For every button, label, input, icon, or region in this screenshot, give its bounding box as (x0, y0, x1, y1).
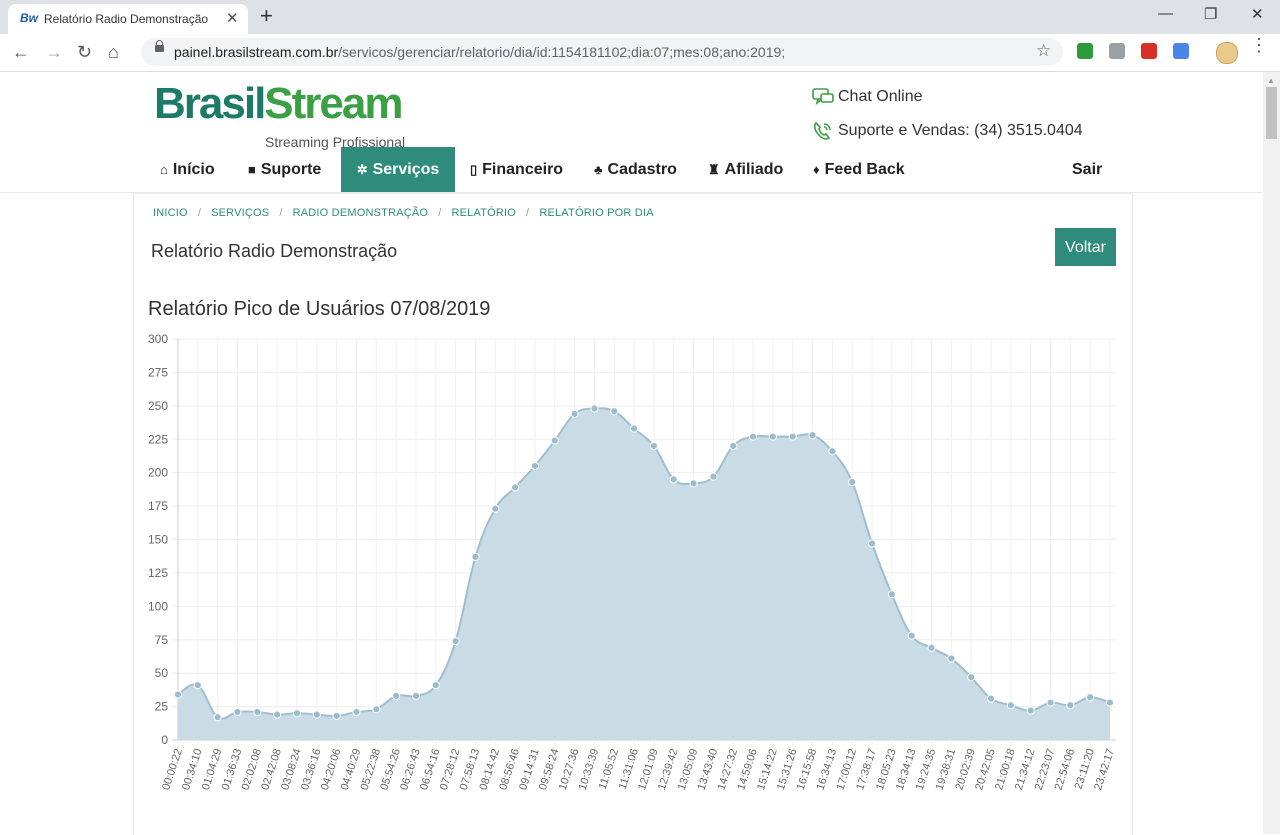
data-point[interactable] (511, 483, 520, 492)
data-point[interactable] (967, 673, 976, 682)
area-fill (178, 408, 1110, 740)
data-point[interactable] (709, 472, 718, 481)
data-point[interactable] (392, 691, 401, 700)
data-point[interactable] (729, 441, 738, 451)
data-point[interactable] (590, 404, 599, 413)
camera-extension-icon[interactable] (1109, 43, 1125, 59)
forward-arrow-icon[interactable]: → (45, 41, 63, 63)
y-tick-label: 300 (148, 332, 168, 346)
x-axis: 00:00:2200:34:1001:04:2901:36:3302:02:08… (160, 747, 1117, 791)
data-point[interactable] (927, 643, 936, 652)
data-point[interactable] (1026, 706, 1035, 715)
y-tick-label: 125 (148, 566, 168, 580)
data-point[interactable] (1066, 701, 1075, 710)
browser-menu-icon[interactable]: ⋮ (1250, 36, 1268, 54)
data-point[interactable] (530, 461, 540, 471)
web-page: BrasilStream Streaming Profissional Chat… (0, 72, 1263, 835)
minimize-window-icon[interactable]: — (1158, 5, 1173, 22)
lock-icon (155, 40, 164, 52)
tab-title: Relatório Radio Demonstração (44, 12, 209, 26)
new-tab-icon[interactable]: + (260, 4, 273, 28)
data-point[interactable] (471, 552, 480, 561)
data-point[interactable] (491, 504, 500, 513)
y-tick-label: 75 (155, 633, 169, 647)
y-tick-label: 25 (155, 700, 169, 714)
y-tick-label: 275 (148, 365, 168, 379)
data-point[interactable] (193, 681, 202, 690)
browser-tab[interactable]: Bw Relatório Radio Demonstração ✕ (8, 4, 248, 34)
address-bar[interactable]: painel.brasilstream.com.br/servicos/gere… (141, 38, 1063, 66)
data-point[interactable] (173, 690, 183, 699)
profile-avatar-icon[interactable] (1216, 42, 1238, 64)
page-scrollbar[interactable]: ▲ (1263, 72, 1280, 834)
data-point[interactable] (947, 654, 956, 663)
restore-window-icon[interactable]: ❐ (1204, 5, 1217, 23)
data-point[interactable] (273, 710, 282, 719)
data-point[interactable] (808, 431, 817, 440)
data-point[interactable] (332, 711, 341, 721)
data-point[interactable] (629, 424, 639, 433)
data-point[interactable] (649, 441, 659, 451)
data-point[interactable] (689, 479, 698, 488)
translate-extension-icon[interactable] (1173, 43, 1189, 59)
data-point[interactable] (253, 707, 262, 717)
data-point[interactable] (1105, 698, 1115, 707)
close-tab-icon[interactable]: ✕ (226, 9, 239, 27)
data-point[interactable] (828, 447, 837, 456)
data-point[interactable] (550, 436, 559, 445)
y-tick-label: 0 (161, 733, 168, 747)
data-point[interactable] (768, 432, 777, 441)
data-point[interactable] (233, 707, 242, 717)
data-point[interactable] (788, 432, 797, 441)
y-tick-label: 175 (148, 499, 168, 513)
data-point[interactable] (431, 681, 440, 690)
data-point[interactable] (372, 705, 381, 714)
data-point[interactable] (213, 713, 222, 722)
data-point[interactable] (669, 475, 678, 484)
data-point[interactable] (907, 631, 916, 640)
peak-users-chart: 0 25 50 75 100 125 150 175 200 225 250 275 300 00:00… (148, 332, 1117, 792)
scroll-up-icon[interactable]: ▲ (1267, 76, 1275, 85)
y-tick-label: 200 (148, 466, 168, 480)
data-point[interactable] (610, 407, 619, 416)
url-path: /servicos/gerenciar/relatorio/dia/id:115… (338, 44, 786, 60)
data-point[interactable] (848, 477, 857, 487)
y-tick-label: 250 (148, 399, 168, 413)
office-extension-icon[interactable] (1141, 43, 1157, 59)
data-point[interactable] (352, 707, 361, 717)
url-text[interactable]: painel.brasilstream.com.br/servicos/gere… (174, 44, 785, 60)
close-window-icon[interactable]: ✕ (1251, 5, 1264, 23)
site-favicon-icon: Bw (20, 11, 38, 25)
data-point[interactable] (986, 694, 996, 703)
data-point[interactable] (570, 409, 579, 418)
data-point[interactable] (312, 710, 321, 719)
data-point[interactable] (451, 636, 460, 646)
y-tick-label: 50 (155, 666, 169, 680)
data-point[interactable] (1046, 698, 1055, 707)
url-host: painel.brasilstream.com.br (174, 44, 339, 60)
brazil-flag-extension-icon[interactable] (1077, 43, 1093, 59)
scroll-thumb[interactable] (1266, 87, 1277, 139)
home-icon[interactable]: ⌂ (108, 41, 119, 63)
browser-toolbar: ← → ↻ ⌂ painel.brasilstream.com.br/servi… (0, 34, 1280, 72)
reload-icon[interactable]: ↻ (77, 41, 92, 63)
bookmark-star-icon[interactable]: ☆ (1036, 41, 1051, 61)
data-point[interactable] (887, 590, 896, 599)
data-point[interactable] (292, 709, 302, 718)
data-point[interactable] (1006, 701, 1015, 710)
y-axis: 0 25 50 75 100 125 150 175 200 225 250 275 300 (148, 332, 168, 747)
data-point[interactable] (748, 432, 758, 441)
browser-tab-strip: Bw Relatório Radio Demonstração ✕ + — ❐ … (0, 0, 1280, 34)
data-point[interactable] (411, 691, 421, 700)
y-tick-label: 150 (148, 533, 168, 547)
y-tick-label: 225 (148, 432, 168, 446)
back-arrow-icon[interactable]: ← (12, 41, 30, 63)
data-point[interactable] (1086, 693, 1095, 702)
data-point[interactable] (867, 539, 877, 548)
y-tick-label: 100 (148, 599, 168, 613)
